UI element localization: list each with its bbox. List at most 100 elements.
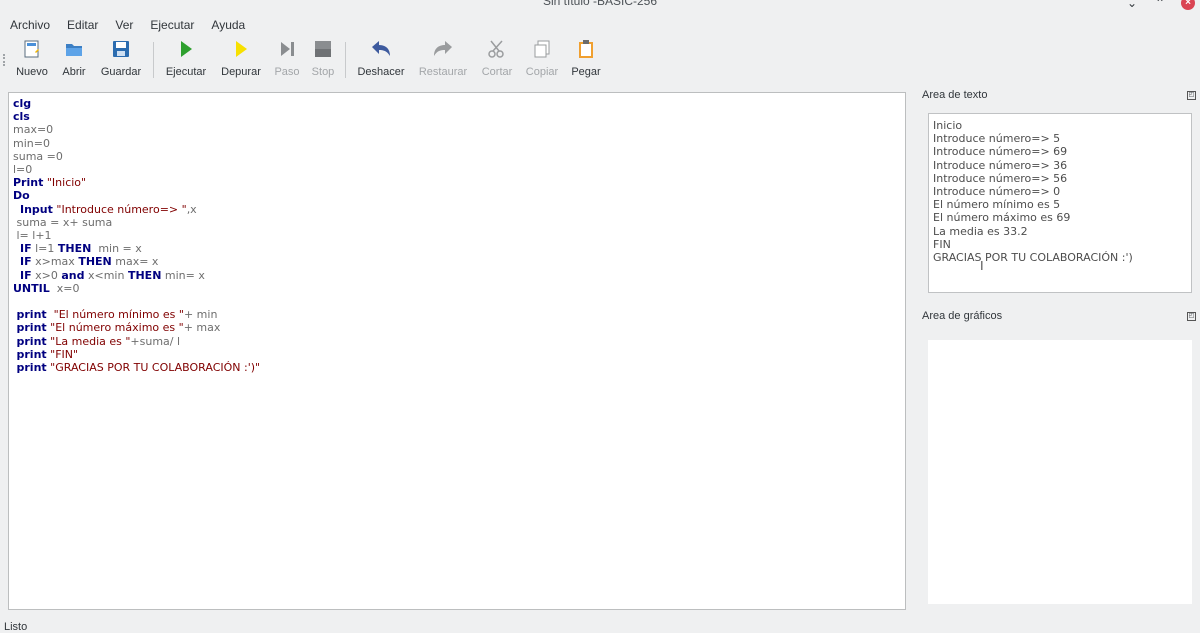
step-icon <box>276 38 298 60</box>
restaurar-button[interactable]: Restaurar <box>416 38 470 82</box>
undock-icon[interactable]: ◰ <box>1187 91 1196 100</box>
close-button[interactable]: × <box>1181 0 1195 10</box>
code-keyword: print <box>16 361 47 375</box>
maximize-button[interactable]: ⌃ <box>1153 0 1167 10</box>
debug-icon <box>230 38 252 60</box>
pegar-button[interactable]: Pegar <box>569 38 603 82</box>
code-keyword: cls <box>13 110 30 124</box>
abrir-label: Abrir <box>62 66 86 78</box>
graphics-output-area[interactable] <box>928 340 1192 604</box>
new-file-icon <box>21 38 43 60</box>
code-keyword: Input <box>20 202 53 216</box>
pegar-label: Pegar <box>571 66 601 78</box>
code-text: max= x <box>115 255 159 269</box>
nuevo-button[interactable]: Nuevo <box>14 38 50 82</box>
ejecutar-button[interactable]: Ejecutar <box>163 38 209 82</box>
code-text: min=0 <box>13 136 50 150</box>
paso-button[interactable]: Paso <box>273 38 301 82</box>
output-line: Introduce número=> 5 <box>933 132 1061 146</box>
window-title: Sin título -BASIC-256 <box>542 0 658 8</box>
code-text: x=0 <box>49 281 80 295</box>
code-string: "Inicio" <box>46 176 87 190</box>
title-bar: Sin título -BASIC-256 ⌄ ⌃ × <box>0 0 1200 14</box>
output-line: Introduce número=> 69 <box>933 145 1068 159</box>
undo-icon <box>370 38 392 60</box>
paste-icon <box>575 38 597 60</box>
code-keyword: print <box>16 308 47 322</box>
deshacer-button[interactable]: Deshacer <box>355 38 407 82</box>
guardar-button[interactable]: Guardar <box>98 38 144 82</box>
abrir-button[interactable]: Abrir <box>58 38 90 82</box>
code-text: suma = x+ suma <box>13 215 113 229</box>
output-line: Inicio <box>933 119 963 132</box>
code-text: ,x <box>186 202 197 216</box>
code-string: "La media es " <box>50 334 131 348</box>
menu-ayuda[interactable]: Ayuda <box>201 18 252 32</box>
code-keyword: and <box>61 268 85 282</box>
run-icon <box>175 38 197 60</box>
menu-editar[interactable]: Editar <box>57 18 105 32</box>
code-text: max=0 <box>13 123 54 137</box>
toolbar-separator <box>345 42 346 78</box>
code-text: x<min <box>87 268 125 282</box>
depurar-button[interactable]: Depurar <box>218 38 264 82</box>
graphics-area-title: Area de gráficos <box>922 310 1003 322</box>
code-string: "El número mínimo es " <box>53 308 184 322</box>
code-keyword: IF <box>20 242 32 256</box>
deshacer-label: Deshacer <box>357 66 405 78</box>
output-line: Introduce número=> 56 <box>933 171 1068 185</box>
code-text: + max <box>183 321 221 335</box>
redo-icon <box>432 38 454 60</box>
cortar-label: Cortar <box>481 66 513 78</box>
minimize-button[interactable]: ⌄ <box>1125 0 1139 10</box>
code-editor[interactable]: clg cls max=0 min=0 suma =0 l=0 Print "I… <box>8 92 906 610</box>
code-text: min= x <box>164 268 205 282</box>
paso-label: Paso <box>274 66 300 78</box>
code-keyword: print <box>16 347 47 361</box>
code-keyword: THEN <box>78 255 112 269</box>
code-keyword: print <box>16 321 47 335</box>
code-string: "FIN" <box>50 347 79 361</box>
copiar-label: Copiar <box>525 66 559 78</box>
code-keyword: clg <box>13 97 32 110</box>
ejecutar-label: Ejecutar <box>165 66 207 78</box>
code-text: x>max <box>35 255 75 269</box>
stop-icon <box>312 38 334 60</box>
text-output-lines: Inicio Introduce número=> 5 Introduce núme… <box>933 119 1133 264</box>
save-icon <box>110 38 132 60</box>
code-text: suma =0 <box>13 149 63 163</box>
cortar-button[interactable]: Cortar <box>479 38 515 82</box>
cut-icon <box>486 38 508 60</box>
code-text: l=0 <box>13 163 33 177</box>
code-keyword: print <box>16 334 47 348</box>
code-text: + min <box>183 308 218 322</box>
depurar-label: Depurar <box>221 66 261 78</box>
code-string: "El número máximo es " <box>50 321 184 335</box>
status-text: Listo <box>4 621 28 633</box>
output-line: El número máximo es 69 <box>933 211 1071 225</box>
code-text: l= l+1 <box>13 229 52 243</box>
restaurar-label: Restaurar <box>418 66 468 78</box>
toolbar-separator <box>153 42 154 78</box>
text-output-area[interactable]: Inicio Introduce número=> 5 Introduce núme… <box>928 113 1192 293</box>
open-folder-icon <box>63 38 85 60</box>
undock-icon[interactable]: ◰ <box>1187 312 1196 321</box>
output-line: El número mínimo es 5 <box>933 198 1061 212</box>
code-string: "GRACIAS POR TU COLABORACIÓN :')" <box>50 361 261 375</box>
copiar-button[interactable]: Copiar <box>523 38 561 82</box>
code-keyword: THEN <box>127 268 162 282</box>
toolbar: Nuevo Abrir Guardar Ejecutar Depurar Pas… <box>0 36 1200 84</box>
menu-ver[interactable]: Ver <box>105 18 140 32</box>
text-area-title: Area de texto <box>922 89 988 101</box>
code-text: l=1 <box>35 242 55 256</box>
menu-ejecutar[interactable]: Ejecutar <box>140 18 201 32</box>
toolbar-grip[interactable] <box>3 54 7 66</box>
menu-bar: Archivo Editar Ver Ejecutar Ayuda <box>0 14 1200 36</box>
text-cursor-icon: I <box>980 258 984 273</box>
stop-button[interactable]: Stop <box>309 38 337 82</box>
code-keyword: Print <box>13 176 44 190</box>
stop-label: Stop <box>311 66 335 78</box>
menu-archivo[interactable]: Archivo <box>0 18 57 32</box>
code-lines: clg cls max=0 min=0 suma =0 l=0 Print "I… <box>13 97 260 374</box>
code-string: "Introduce número=> " <box>56 202 187 216</box>
